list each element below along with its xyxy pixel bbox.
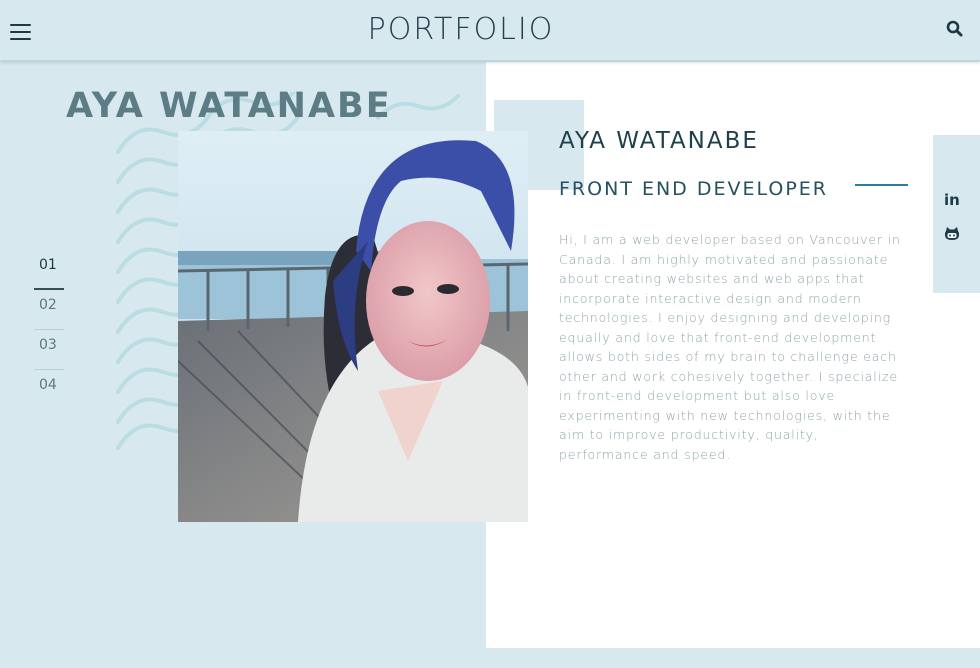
top-header: PORTFOLIO <box>0 0 980 61</box>
section-nav-item-01[interactable]: 01 <box>34 250 64 290</box>
search-icon[interactable] <box>946 20 964 38</box>
github-icon[interactable] <box>944 226 962 244</box>
section-nav-item-03[interactable]: 03 <box>34 330 64 370</box>
about-name-heading: AYA WATANABE <box>559 128 759 154</box>
about-role-heading: FRONT END DEVELOPER <box>559 178 828 200</box>
section-nav-item-04[interactable]: 04 <box>34 370 64 410</box>
about-bio-text: Hi, I am a web developer based on Vancou… <box>559 232 901 462</box>
hero-name-heading: AYA WATANABE <box>66 86 392 126</box>
linkedin-icon[interactable]: in <box>944 191 962 209</box>
section-nav-item-02[interactable]: 02 <box>34 290 64 330</box>
site-logo[interactable]: PORTFOLIO <box>0 12 922 47</box>
social-links-bar: in <box>933 135 980 293</box>
role-divider-line <box>855 184 908 186</box>
section-nav: 01 02 03 04 <box>34 250 64 410</box>
profile-photo <box>178 131 528 522</box>
